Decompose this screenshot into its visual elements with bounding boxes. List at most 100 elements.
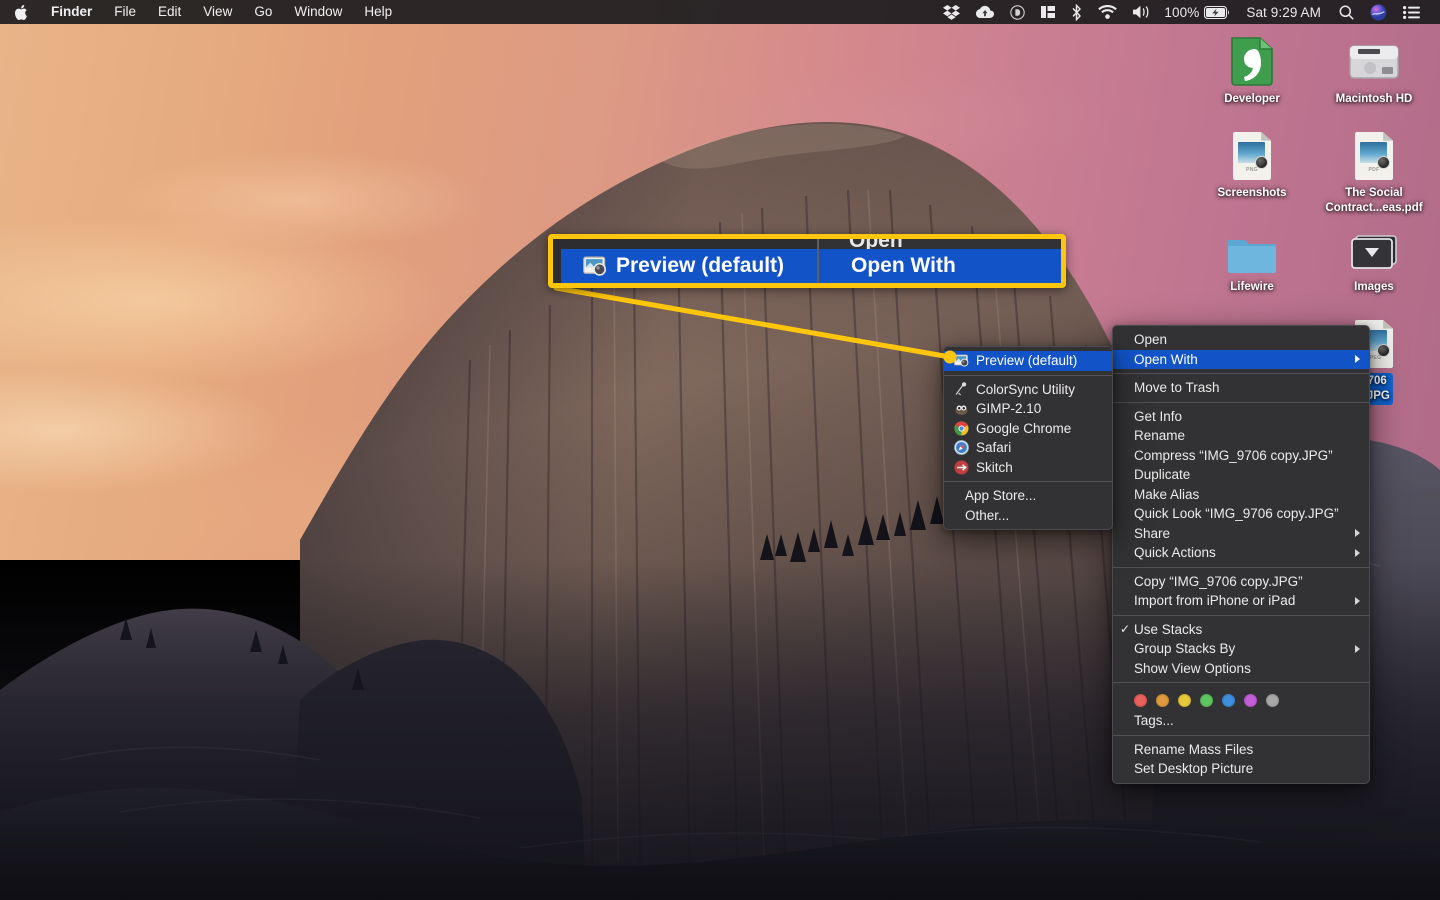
battery-charging-icon[interactable] — [1202, 0, 1236, 24]
desktop-icon-lifewire[interactable]: Lifewire — [1197, 218, 1307, 295]
menu-finder[interactable]: Finder — [40, 0, 103, 24]
skitch-app-icon — [954, 460, 969, 475]
tag-dot-blue[interactable] — [1222, 694, 1235, 707]
desktop-icon-label: The Social Contract...eas.pdf — [1325, 187, 1423, 214]
ctx-item-get-info[interactable]: Get Info — [1113, 407, 1369, 427]
submenu-item-safari[interactable]: Safari — [944, 438, 1112, 458]
ctx-group-stacks: ✓ Use Stacks Group Stacks By Show View O… — [1113, 620, 1369, 679]
menu-help[interactable]: Help — [353, 0, 403, 24]
menu-bar-clock[interactable]: Sat 9:29 AM — [1236, 5, 1331, 20]
checkmark-icon: ✓ — [1120, 621, 1131, 636]
ctx-item-make-alias[interactable]: Make Alias — [1113, 485, 1369, 505]
battery-percent-label: 100% — [1164, 4, 1200, 20]
ctx-item-tags[interactable]: Tags... — [1113, 711, 1369, 731]
ctx-separator — [1113, 614, 1369, 616]
submenu-item-skitch[interactable]: Skitch — [944, 458, 1112, 478]
ctx-item-quick-actions[interactable]: Quick Actions — [1113, 543, 1369, 563]
callout-right-label: Open With — [851, 254, 956, 277]
open-with-submenu[interactable]: Preview (default) ColorSync Utility GIMP… — [943, 346, 1113, 530]
callout-preview-default-row: Preview (default) — [561, 249, 817, 283]
dashlane-icon[interactable] — [1002, 0, 1033, 24]
menu-view[interactable]: View — [192, 0, 243, 24]
ctx-item-use-stacks[interactable]: ✓ Use Stacks — [1113, 620, 1369, 640]
folder-blue-icon — [1197, 218, 1307, 274]
menu-bar-app-menus[interactable]: Finder File Edit View Go Window Help — [0, 0, 403, 24]
ctx-item-share[interactable]: Share — [1113, 524, 1369, 544]
ctx-item-rename-mass-files[interactable]: Rename Mass Files — [1113, 740, 1369, 760]
safari-app-icon — [954, 440, 969, 456]
submenu-item-app-store[interactable]: App Store... — [944, 486, 1112, 506]
menu-bar-status-items[interactable]: 100% Sat 9:29 AM — [935, 0, 1432, 24]
submenu-item-preview-default[interactable]: Preview (default) — [944, 351, 1112, 371]
ctx-item-compress[interactable]: Compress “IMG_9706 copy.JPG” — [1113, 446, 1369, 466]
submenu-item-other[interactable]: Other... — [944, 506, 1112, 526]
submenu-item-colorsync-utility[interactable]: ColorSync Utility — [944, 380, 1112, 400]
tag-dot-purple[interactable] — [1244, 694, 1257, 707]
magnified-callout: Open Preview (default) Open With — [548, 234, 1066, 288]
ctx-item-set-desktop-picture[interactable]: Set Desktop Picture — [1113, 759, 1369, 779]
magnet-window-icon[interactable] — [1033, 0, 1063, 24]
file-context-menu[interactable]: Open Open With Move to Trash Get Info Re… — [1112, 325, 1370, 784]
tag-dot-green[interactable] — [1200, 694, 1213, 707]
tag-color-swatches[interactable] — [1113, 687, 1369, 711]
tag-dot-gray[interactable] — [1266, 694, 1279, 707]
ctx-separator — [944, 481, 1112, 482]
chevron-right-icon — [1355, 529, 1360, 538]
menu-window[interactable]: Window — [283, 0, 353, 24]
desktop-icon-social-contract-pdf[interactable]: PDF The Social Contract...eas.pdf — [1319, 124, 1429, 217]
dropbox-icon[interactable] — [935, 0, 968, 24]
menu-edit[interactable]: Edit — [147, 0, 192, 24]
submenu-item-google-chrome[interactable]: Google Chrome — [944, 419, 1112, 439]
spotlight-search-icon[interactable] — [1331, 0, 1362, 24]
desktop-icon-label: Developer — [1224, 93, 1280, 105]
menu-file[interactable]: File — [103, 0, 147, 24]
apple-logo-icon[interactable] — [0, 4, 40, 21]
ctx-separator — [1113, 401, 1369, 403]
stack-icon — [1319, 218, 1429, 274]
png-document-icon: PNG — [1197, 124, 1307, 180]
callout-divider — [817, 239, 819, 283]
ctx-separator — [1113, 566, 1369, 568]
ctx-item-rename[interactable]: Rename — [1113, 426, 1369, 446]
ctx-item-import-from-iphone[interactable]: Import from iPhone or iPad — [1113, 591, 1369, 611]
control-center-icon[interactable] — [1395, 0, 1428, 24]
desktop-icon-label: Screenshots — [1217, 187, 1287, 199]
ctx-item-duplicate[interactable]: Duplicate — [1113, 465, 1369, 485]
bluetooth-icon[interactable] — [1063, 0, 1090, 24]
preview-app-icon — [954, 353, 969, 368]
chevron-right-icon — [1355, 355, 1360, 364]
menu-go[interactable]: Go — [243, 0, 283, 24]
ctx-separator — [944, 374, 1112, 376]
callout-open-with-row: Open With — [819, 249, 1061, 283]
desktop-icon-developer[interactable]: Developer — [1197, 30, 1307, 107]
ctx-item-show-view-options[interactable]: Show View Options — [1113, 659, 1369, 679]
desktop-icon-screenshots[interactable]: PNG Screenshots — [1197, 124, 1307, 201]
tag-dot-orange[interactable] — [1156, 694, 1169, 707]
ctx-item-move-to-trash[interactable]: Move to Trash — [1113, 378, 1369, 398]
preview-app-icon — [583, 254, 607, 278]
tag-dot-yellow[interactable] — [1178, 694, 1191, 707]
cloud-upload-icon[interactable] — [968, 0, 1002, 24]
chevron-right-icon — [1355, 548, 1360, 557]
folder-green-icon — [1197, 30, 1307, 86]
wifi-icon[interactable] — [1090, 0, 1125, 24]
ctx-item-open-with[interactable]: Open With — [1113, 349, 1369, 369]
desktop-icon-label: Images — [1354, 281, 1394, 293]
ctx-item-copy[interactable]: Copy “IMG_9706 copy.JPG” — [1113, 572, 1369, 592]
ctx-group-copy: Copy “IMG_9706 copy.JPG” Import from iPh… — [1113, 572, 1369, 611]
colorsync-app-icon — [954, 382, 969, 397]
ctx-separator — [1113, 373, 1369, 374]
chrome-app-icon — [954, 421, 969, 436]
ctx-item-quick-look[interactable]: Quick Look “IMG_9706 copy.JPG” — [1113, 504, 1369, 524]
desktop-icon-macintosh-hd[interactable]: Macintosh HD — [1319, 30, 1429, 107]
desktop-icon-images-stack[interactable]: Images — [1319, 218, 1429, 295]
hard-drive-icon — [1319, 30, 1429, 86]
menu-bar[interactable]: Finder File Edit View Go Window Help 100… — [0, 0, 1440, 24]
siri-icon[interactable] — [1362, 0, 1395, 24]
tag-dot-red[interactable] — [1134, 694, 1147, 707]
ctx-item-open[interactable]: Open — [1113, 330, 1369, 350]
chevron-right-icon — [1355, 596, 1360, 605]
volume-icon[interactable] — [1125, 0, 1158, 24]
ctx-item-group-stacks-by[interactable]: Group Stacks By — [1113, 639, 1369, 659]
submenu-item-gimp[interactable]: GIMP-2.10 — [944, 399, 1112, 419]
